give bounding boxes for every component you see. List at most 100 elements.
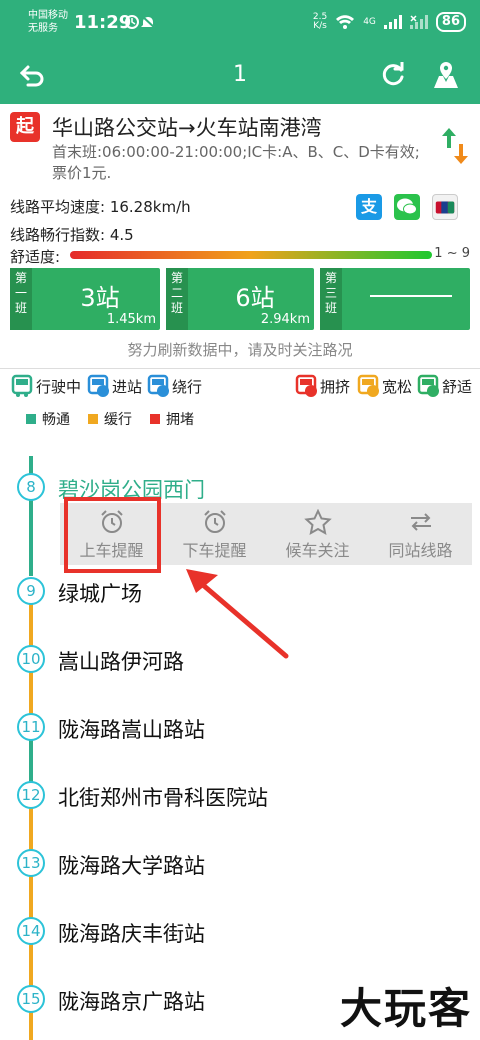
legend-crowded: 拥挤 bbox=[294, 374, 350, 398]
refresh-icon[interactable] bbox=[380, 62, 406, 88]
stop-name[interactable]: 陇海路嵩山路站 bbox=[58, 714, 205, 744]
clock: 11:29 bbox=[74, 12, 132, 33]
top-bar: 中国移动 无服务 11:29 2.5 K/s 4G 86 1 bbox=[0, 0, 480, 104]
route-segment-smooth bbox=[29, 740, 33, 782]
route-name: 华山路公交站→火车站南港湾 bbox=[52, 116, 322, 140]
carrier-name: 中国移动 bbox=[28, 10, 68, 21]
action-label: 同站线路 bbox=[388, 541, 453, 560]
bus-card-first[interactable]: 第 一 班 3站 1.45km bbox=[10, 268, 160, 330]
bus-label-char: 三 bbox=[324, 286, 337, 300]
wifi-icon bbox=[336, 15, 355, 29]
same-stop-lines-button[interactable]: 同站线路 bbox=[369, 503, 472, 565]
bus-arriving-icon bbox=[87, 374, 109, 397]
stop-name[interactable]: 绿城广场 bbox=[58, 578, 142, 608]
wait-follow-button[interactable]: 候车关注 bbox=[266, 503, 369, 565]
legend-label: 畅通 bbox=[42, 412, 70, 428]
bus-distance: 1.45km bbox=[106, 312, 156, 327]
bus-label-char: 第 bbox=[324, 271, 337, 285]
stop-name[interactable]: 陇海路京广路站 bbox=[58, 986, 205, 1016]
stop-number: 9 bbox=[17, 577, 45, 605]
notification-icons bbox=[124, 14, 164, 34]
unionpay-card-icon bbox=[432, 194, 458, 220]
signal-icon bbox=[383, 15, 402, 29]
route-segment-slow bbox=[29, 808, 33, 850]
alarm-mute-icon bbox=[125, 15, 157, 30]
stop-number: 12 bbox=[17, 781, 45, 809]
net-speed-unit: K/s bbox=[313, 21, 327, 31]
legend-label: 拥挤 bbox=[320, 377, 351, 396]
legend-label: 宽松 bbox=[382, 377, 413, 396]
bus-crowded-icon bbox=[295, 374, 317, 397]
bus-label-char: 班 bbox=[14, 301, 27, 315]
legend-swatch bbox=[26, 414, 36, 424]
bus-card-label: 第 一 班 bbox=[10, 268, 32, 330]
pointer-arrow bbox=[186, 569, 289, 659]
alipay-icon: 支 bbox=[356, 194, 382, 220]
divider bbox=[0, 368, 480, 369]
route-segment-slow bbox=[29, 1012, 33, 1040]
legend-spacious: 宽松 bbox=[356, 374, 412, 398]
legend-arriving: 进站 bbox=[86, 374, 142, 398]
stop-number: 14 bbox=[17, 917, 45, 945]
legend-swatch bbox=[150, 414, 160, 424]
bus-label-char: 班 bbox=[324, 301, 337, 315]
bus-detour-icon bbox=[147, 374, 169, 397]
stop-number: 11 bbox=[17, 713, 45, 741]
bus-card-label: 第 三 班 bbox=[320, 268, 342, 330]
comfort-range: 1 ~ 9 bbox=[434, 246, 470, 261]
transfer-lines-icon bbox=[410, 513, 431, 531]
bus-spacious-icon bbox=[357, 374, 379, 397]
route-segment-smooth bbox=[29, 500, 33, 576]
legend-label: 进站 bbox=[112, 377, 143, 396]
legend-detour: 绕行 bbox=[146, 374, 202, 398]
bus-stations-away: 3站 bbox=[80, 284, 120, 312]
bus-card-label: 第 二 班 bbox=[166, 268, 188, 330]
wechat-pay-icon bbox=[394, 194, 420, 220]
bus-comfortable-icon bbox=[417, 374, 439, 397]
comfort-label: 舒适度: bbox=[10, 248, 61, 266]
legend-swatch bbox=[88, 414, 98, 424]
swap-direction-icon[interactable] bbox=[440, 124, 470, 168]
highlight-box bbox=[64, 497, 161, 573]
action-label: 下车提醒 bbox=[182, 541, 247, 560]
stop-name[interactable]: 嵩山路伊河路 bbox=[58, 646, 184, 676]
legend-label: 行驶中 bbox=[36, 377, 82, 396]
battery-indicator: 86 bbox=[435, 12, 466, 32]
route-segment-slow bbox=[29, 944, 33, 986]
refresh-notice: 努力刷新数据中，请及时关注路况 bbox=[127, 341, 353, 359]
bus-label-char: 班 bbox=[170, 301, 183, 315]
stop-name[interactable]: 北街郑州市骨科医院站 bbox=[58, 782, 268, 812]
stop-name[interactable]: 陇海路庆丰街站 bbox=[58, 918, 205, 948]
alarm-clock-icon bbox=[203, 510, 226, 533]
service-status: 无服务 bbox=[28, 23, 58, 34]
stop-number: 13 bbox=[17, 849, 45, 877]
bus-label-char: 第 bbox=[14, 271, 27, 285]
route-segment-smooth bbox=[29, 456, 33, 474]
smoothness-index: 线路畅行指数: 4.5 bbox=[10, 226, 134, 244]
bus-distance: 2.94km bbox=[260, 312, 310, 327]
stop-number: 10 bbox=[17, 645, 45, 673]
legend-slow: 缓行 bbox=[88, 409, 132, 429]
no-bus-dash bbox=[370, 295, 452, 297]
route-segment-slow bbox=[29, 672, 33, 714]
alighting-reminder-button[interactable]: 下车提醒 bbox=[163, 503, 266, 565]
stop-number: 15 bbox=[17, 985, 45, 1013]
map-icon[interactable] bbox=[432, 60, 460, 90]
route-number-title: 1 bbox=[233, 62, 247, 87]
net-speed: 2.5 K/s bbox=[313, 13, 327, 31]
signal-no-service-icon bbox=[409, 15, 428, 29]
avg-speed: 线路平均速度: 16.28km/h bbox=[10, 198, 191, 216]
signal-4g-label: 4G bbox=[363, 17, 376, 27]
legend-label: 舒适 bbox=[442, 377, 473, 396]
stop-name[interactable]: 陇海路大学路站 bbox=[58, 850, 205, 880]
bus-label-char: 二 bbox=[170, 286, 183, 300]
star-icon bbox=[303, 509, 332, 535]
bus-card-second[interactable]: 第 二 班 6站 2.94km bbox=[166, 268, 314, 330]
action-label: 候车关注 bbox=[285, 541, 350, 560]
legend-comfortable: 舒适 bbox=[416, 374, 472, 398]
comfort-gradient-bar bbox=[70, 251, 432, 259]
stop-number: 8 bbox=[17, 473, 45, 501]
bus-card-third[interactable]: 第 三 班 bbox=[320, 268, 470, 330]
legend-jammed: 拥堵 bbox=[150, 409, 194, 429]
start-badge: 起 bbox=[10, 112, 40, 142]
